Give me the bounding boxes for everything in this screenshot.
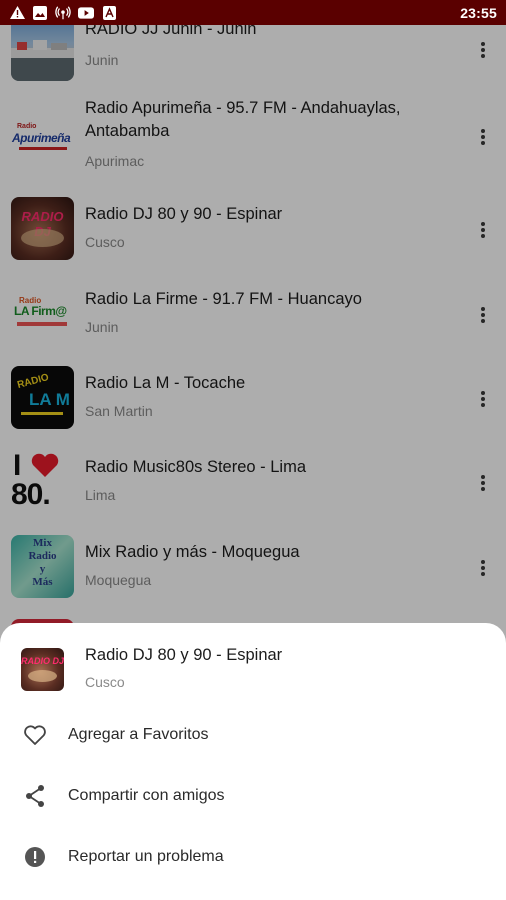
share-icon [22,783,48,809]
sheet-subtitle: Cusco [85,674,125,690]
action-label: Compartir con amigos [68,787,225,804]
sheet-title: Radio DJ 80 y 90 - Espinar [85,646,283,664]
sheet-station-logo: RADIO DJ [21,648,64,691]
image-icon [32,5,48,20]
warning-icon [9,6,25,20]
heart-icon [22,722,48,748]
action-label: Reportar un problema [68,848,224,865]
report-icon [22,844,48,870]
youtube-icon [78,6,94,20]
app-icon [101,5,117,20]
status-clock: 23:55 [460,4,497,21]
share-action[interactable]: Compartir con amigos [0,770,506,822]
action-label: Agregar a Favoritos [68,726,209,743]
logo-art [28,670,57,682]
add-favorite-action[interactable]: Agregar a Favoritos [0,709,506,761]
bottom-sheet: RADIO DJ Radio DJ 80 y 90 - Espinar Cusc… [0,623,506,900]
report-action[interactable]: Reportar un problema [0,831,506,883]
logo-text: RADIO DJ [21,656,64,666]
status-icons [9,5,117,20]
radio-broadcast-icon [55,5,71,20]
status-bar: 23:55 [0,0,506,25]
